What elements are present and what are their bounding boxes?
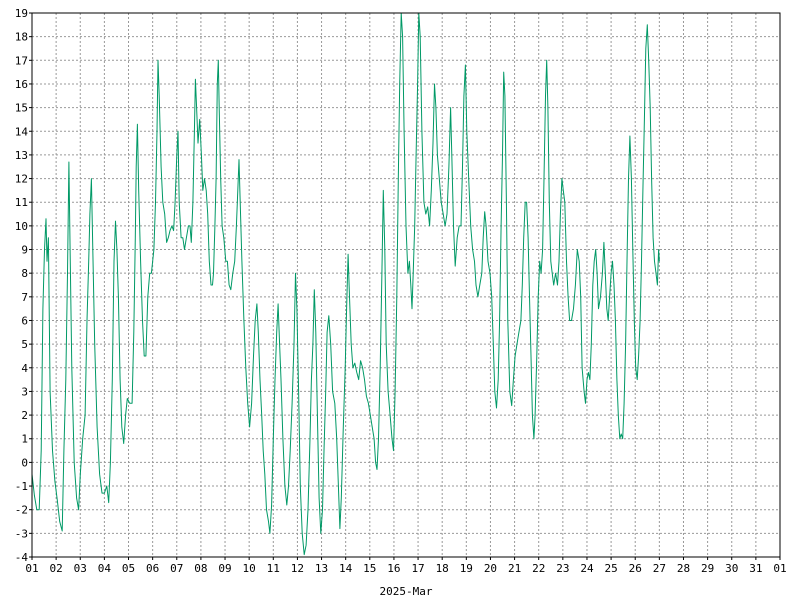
x-tick-label: 29 xyxy=(701,562,714,575)
y-tick-label: -1 xyxy=(15,480,28,493)
y-tick-label: 8 xyxy=(21,267,28,280)
x-tick-label: 19 xyxy=(460,562,473,575)
x-tick-label: 03 xyxy=(74,562,87,575)
y-tick-label: 3 xyxy=(21,385,28,398)
y-tick-label: 5 xyxy=(21,338,28,351)
x-tick-label: 14 xyxy=(339,562,353,575)
y-tick-label: -2 xyxy=(15,504,28,517)
y-tick-label: 13 xyxy=(15,149,28,162)
y-tick-label: 7 xyxy=(21,291,28,304)
x-tick-label: 21 xyxy=(508,562,521,575)
y-tick-label: 1 xyxy=(21,433,28,446)
y-tick-label: 15 xyxy=(15,102,28,115)
x-tick-label: 27 xyxy=(653,562,666,575)
x-tick-label: 31 xyxy=(749,562,762,575)
y-tick-label: 14 xyxy=(15,125,29,138)
y-tick-label: 17 xyxy=(15,54,28,67)
x-tick-label: 10 xyxy=(243,562,256,575)
x-tick-label: 02 xyxy=(50,562,63,575)
x-tick-label: 20 xyxy=(484,562,497,575)
y-tick-label: 16 xyxy=(15,78,28,91)
x-tick-label: 06 xyxy=(146,562,159,575)
y-tick-label: 18 xyxy=(15,31,28,44)
x-tick-label: 24 xyxy=(580,562,594,575)
x-tick-label: 08 xyxy=(194,562,207,575)
x-tick-label: 11 xyxy=(267,562,280,575)
x-tick-label: 07 xyxy=(170,562,183,575)
y-tick-label: 2 xyxy=(21,409,28,422)
y-tick-label: 10 xyxy=(15,220,28,233)
y-tick-label: -4 xyxy=(15,551,29,564)
x-tick-label: 30 xyxy=(725,562,738,575)
y-tick-label: 9 xyxy=(21,244,28,257)
y-tick-label: 6 xyxy=(21,314,28,327)
x-tick-label: 04 xyxy=(98,562,112,575)
x-tick-label: 25 xyxy=(604,562,617,575)
y-tick-label: -3 xyxy=(15,527,28,540)
y-tick-label: 11 xyxy=(15,196,28,209)
x-tick-label: 28 xyxy=(677,562,690,575)
y-tick-label: 4 xyxy=(21,362,28,375)
x-tick-label: 23 xyxy=(556,562,569,575)
x-tick-label: 01 xyxy=(773,562,786,575)
y-tick-label: 19 xyxy=(15,7,28,20)
line-chart: 01 02 03 04 05 06 07 08 09 10 11 12 13 14 15 16 17 18 19 20… xyxy=(0,0,800,600)
x-tick-label: 18 xyxy=(436,562,449,575)
x-tick-label: 15 xyxy=(363,562,376,575)
y-tick-label: 12 xyxy=(15,173,28,186)
x-tick-label: 05 xyxy=(122,562,135,575)
x-axis-title: 2025-Mar xyxy=(380,585,433,598)
x-tick-label: 26 xyxy=(629,562,642,575)
x-tick-label: 17 xyxy=(411,562,424,575)
x-tick-label: 12 xyxy=(291,562,304,575)
x-tick-label: 16 xyxy=(387,562,400,575)
x-tick-label: 09 xyxy=(218,562,231,575)
x-tick-label: 22 xyxy=(532,562,545,575)
x-tick-label: 13 xyxy=(315,562,328,575)
y-tick-label: 0 xyxy=(21,456,28,469)
